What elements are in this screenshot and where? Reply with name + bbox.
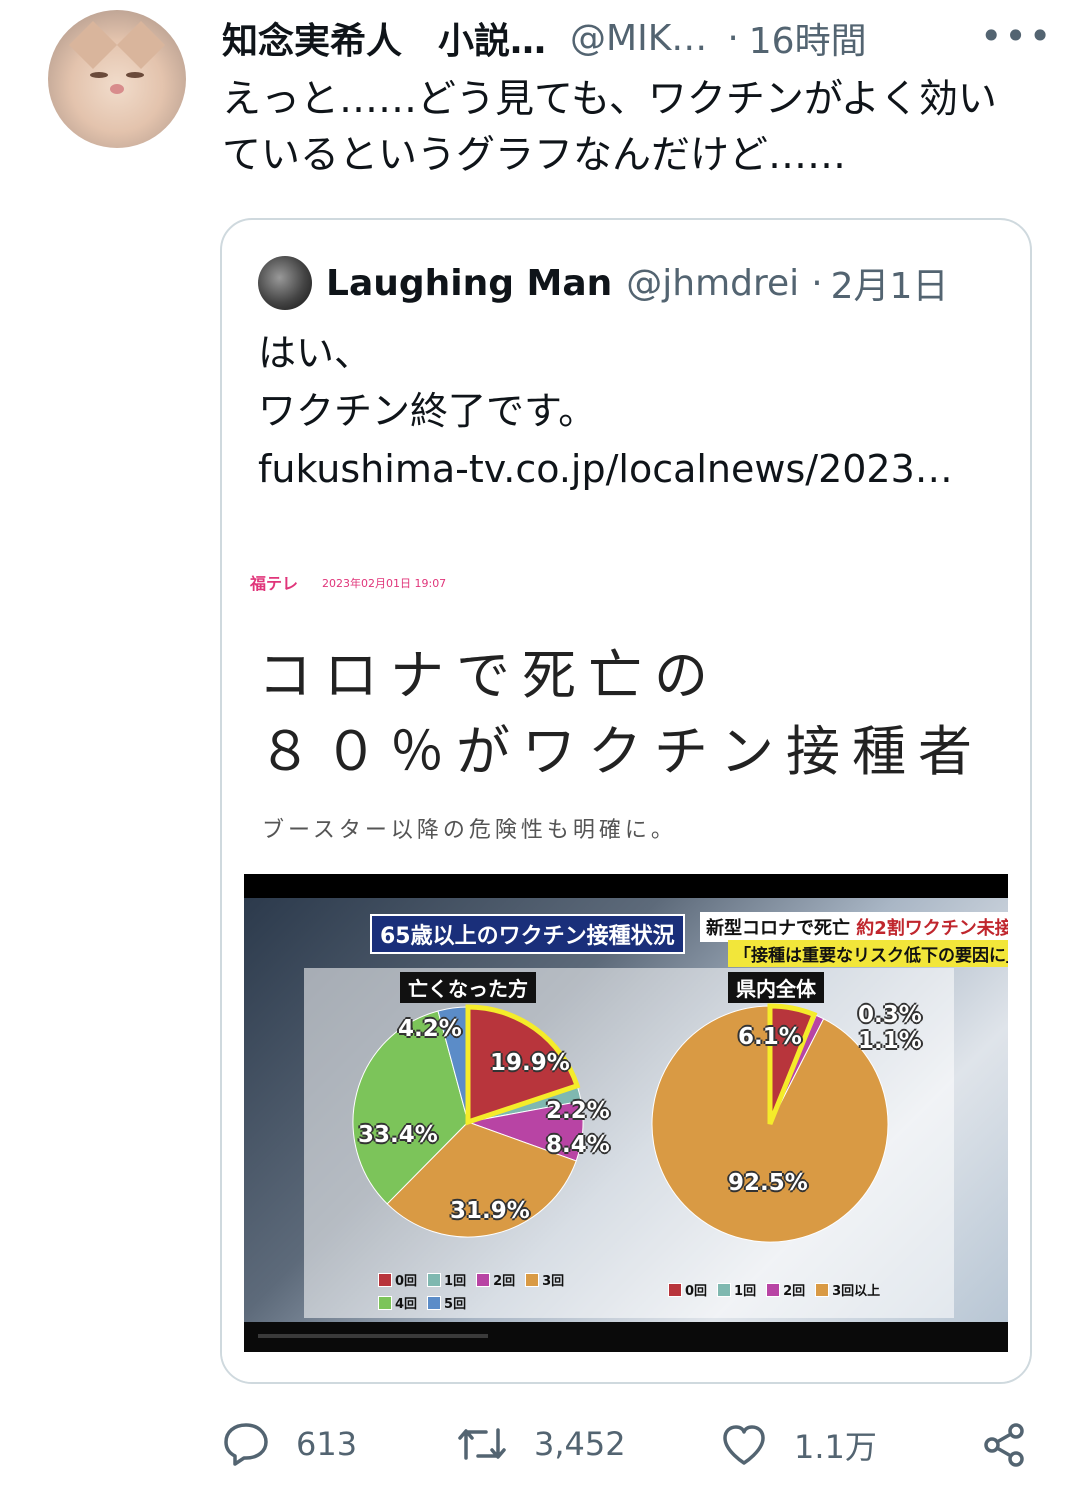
like-count: 1.1万: [794, 1428, 877, 1466]
pie1-legend-swatch: [668, 1282, 682, 1297]
pie1-legend-label: 1回: [734, 1284, 757, 1299]
pie1-label-1: 0.3%: [858, 1002, 922, 1028]
pie0-label-2: 8.4%: [546, 1132, 610, 1158]
pie0-legend-label: 1回: [444, 1274, 467, 1289]
video-right-title-prefix: 新型コロナで死亡: [706, 918, 857, 939]
pie0-legend-label: 0回: [395, 1274, 418, 1289]
reply-button[interactable]: 613: [222, 1422, 357, 1466]
pie1-legend-item: 3回以上: [815, 1280, 880, 1299]
tweet-actions: 613 3,452 1.1万: [0, 1404, 1080, 1484]
quoted-display-name[interactable]: Laughing Man: [326, 263, 612, 304]
pie1-legend-swatch: [717, 1282, 732, 1297]
tweet-header: 知念実希人 小説… @MIK… · 16時間: [222, 12, 867, 64]
pie1-legend-label: 0回: [685, 1284, 708, 1299]
avatar-cat-eye: [90, 72, 108, 78]
quoted-tweet-header: Laughing Man @jhmdrei · 2月1日: [326, 258, 948, 308]
pie1-label-0: 6.1%: [738, 1024, 802, 1050]
pie0-legend-swatch: [378, 1295, 392, 1310]
pie0-legend-item: 4回: [378, 1293, 417, 1312]
pie0-label-5: 4.2%: [398, 1016, 462, 1042]
pie1-legend-swatch: [766, 1282, 781, 1297]
pie0-legend-item: 3回: [525, 1270, 564, 1289]
legend-prefecture: 0回 1回 2回 3回以上: [668, 1280, 908, 1299]
video-progress-bar[interactable]: [258, 1334, 488, 1338]
pie1-legend-label: 3回以上: [832, 1284, 881, 1299]
pie0-legend-swatch: [476, 1272, 491, 1287]
pie0-legend-swatch: [378, 1272, 392, 1287]
tweet-text: えっと……どう見ても、ワクチンがよく効い ているというグラフなんだけど……: [222, 77, 997, 178]
video-screenshot: 65歳以上のワクチン接種状況 新型コロナで死亡 約2割ワクチン未接種 「接種は重…: [244, 874, 1008, 1352]
author-avatar[interactable]: [48, 10, 186, 148]
pie0-label-3: 31.9%: [450, 1198, 530, 1224]
pie1-legend-item: 2回: [766, 1280, 805, 1299]
tweet-timestamp[interactable]: 16時間: [749, 12, 867, 64]
pie0-legend-swatch: [525, 1272, 540, 1287]
header-separator: ·: [727, 17, 739, 59]
reply-icon: [222, 1422, 270, 1466]
avatar-cat-nose: [110, 84, 124, 94]
share-icon: [982, 1422, 1028, 1468]
like-button[interactable]: 1.1万: [720, 1422, 877, 1468]
video-left-title: 65歳以上のワクチン接種状況: [370, 914, 685, 954]
pie0-legend-item: 0回: [378, 1270, 417, 1289]
heart-icon: [720, 1423, 768, 1467]
pie0-legend-label: 3回: [542, 1274, 565, 1289]
article-date: 2023年02月01日 19:07: [322, 577, 447, 590]
attached-image[interactable]: 福テレ 2023年02月01日 19:07 コロナで死亡の ８０％がワクチン接種…: [222, 550, 1030, 1382]
article-headline: コロナで死亡の ８０％がワクチン接種者: [258, 644, 984, 783]
quoted-header-separator: ·: [811, 262, 823, 304]
reply-count: 613: [296, 1425, 358, 1463]
pie1-legend-swatch: [815, 1282, 830, 1297]
pie-title-prefecture: 県内全体: [728, 972, 824, 1003]
pie0-label-4: 33.4%: [358, 1122, 438, 1148]
retweet-button[interactable]: 3,452: [456, 1422, 626, 1466]
avatar-cat-ear: [68, 20, 118, 70]
pie-title-deceased: 亡くなった方: [400, 972, 536, 1003]
pie1-legend-item: 0回: [668, 1280, 707, 1299]
retweet-count: 3,452: [534, 1425, 626, 1463]
pie0-legend-swatch: [427, 1295, 442, 1310]
pie0-legend-label: 5回: [444, 1297, 467, 1312]
author-display-name[interactable]: 知念実希人 小説…: [222, 12, 546, 64]
video-right-subtitle: 「接種は重要なリスク低下の要因に」: [728, 940, 1008, 967]
site-logo: 福テレ: [250, 574, 299, 593]
pie1-label-2: 1.1%: [858, 1028, 922, 1054]
retweet-icon: [456, 1422, 508, 1466]
pie0-label-0: 19.9%: [490, 1050, 570, 1076]
video-controls[interactable]: [244, 1322, 1008, 1352]
pie0-legend-label: 4回: [395, 1297, 418, 1312]
pie1-label-3: 92.5%: [728, 1170, 808, 1196]
pie0-label-1: 2.2%: [546, 1098, 610, 1124]
article-subhead: ブースター以降の危険性も明確に。: [262, 818, 677, 843]
author-handle[interactable]: @MIK…: [570, 18, 707, 59]
pie1-legend-label: 2回: [783, 1284, 806, 1299]
quoted-tweet[interactable]: Laughing Man @jhmdrei · 2月1日 はい、 ワクチン終了で…: [220, 218, 1032, 1384]
avatar-cat-eye: [126, 72, 144, 78]
pie0-legend-item: 5回: [427, 1293, 466, 1312]
quoted-handle[interactable]: @jhmdrei: [626, 263, 799, 304]
pie0-legend-item: 1回: [427, 1270, 466, 1289]
share-button[interactable]: [982, 1422, 1028, 1468]
pie0-legend-swatch: [427, 1272, 442, 1287]
legend-deceased: 0回 1回 2回 3回 4回 5回: [378, 1270, 578, 1312]
video-right-title: 新型コロナで死亡 約2割ワクチン未接種: [700, 912, 1008, 942]
pie0-legend-label: 2回: [493, 1274, 516, 1289]
avatar-cat-ear: [116, 20, 166, 70]
quoted-tweet-text: はい、 ワクチン終了です。 fukushima-tv.co.jp/localne…: [258, 331, 953, 491]
more-options-icon[interactable]: •••: [980, 14, 1053, 58]
pie0-legend-item: 2回: [476, 1270, 515, 1289]
pie1-legend-item: 1回: [717, 1280, 756, 1299]
quoted-author-avatar[interactable]: [258, 256, 312, 310]
video-right-title-highlight: 約2割ワクチン未接種: [856, 918, 1008, 939]
quoted-date[interactable]: 2月1日: [831, 257, 949, 309]
